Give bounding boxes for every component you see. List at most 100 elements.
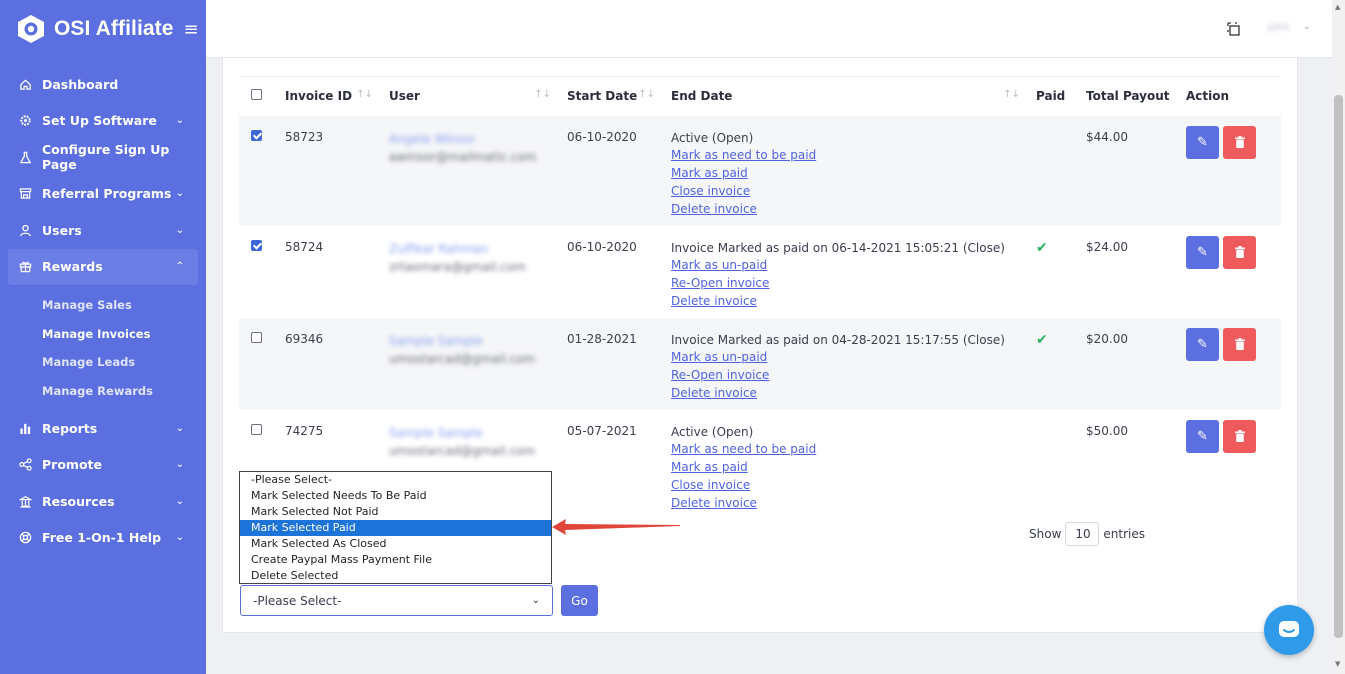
delete-invoice-link[interactable]: Delete invoice [671, 201, 1036, 219]
row-checkbox[interactable] [251, 331, 262, 343]
edit-button[interactable]: ✎ [1186, 235, 1219, 269]
sort-icon[interactable]: ↑↓ [356, 89, 373, 100]
brand[interactable]: OSI Affiliate ≡ [0, 0, 206, 58]
sidebar-subitem-manage-rewards[interactable]: Manage Rewards [0, 377, 206, 406]
gift-icon [18, 260, 32, 274]
option-mark-as-closed[interactable]: Mark Selected As Closed [240, 536, 551, 552]
go-button[interactable]: Go [561, 585, 598, 616]
close-invoice-link[interactable]: Close invoice [671, 477, 1036, 495]
brand-name: OSI Affiliate [54, 17, 174, 40]
bank-icon [18, 494, 32, 508]
sidebar-subitem-manage-leads[interactable]: Manage Leads [0, 348, 206, 377]
delete-invoice-link[interactable]: Delete invoice [671, 495, 1036, 513]
sidebar-item-free-help[interactable]: Free 1-On-1 Help ⌄ [0, 519, 206, 556]
column-header-end-date[interactable]: End Date ↑↓ [671, 76, 1036, 116]
scrollbar-thumb[interactable] [1334, 95, 1343, 638]
option-delete-selected[interactable]: Delete Selected [240, 568, 551, 584]
gear-icon [18, 114, 32, 128]
option-please-select[interactable]: -Please Select- [240, 472, 551, 488]
mark-as-unpaid-link[interactable]: Mark as un-paid [671, 349, 1036, 367]
user-name[interactable]: Zulfikar Rahman [389, 240, 567, 258]
delete-button[interactable] [1223, 419, 1256, 453]
table-row: 58724 Zulfikar Rahman zrtaomara@gmail.com… [239, 226, 1281, 318]
sidebar-item-set-up-software[interactable]: Set Up Software ⌄ [0, 103, 206, 140]
hamburger-menu-icon[interactable]: ≡ [184, 19, 199, 40]
entries-per-page-input[interactable]: 10 [1065, 522, 1100, 546]
sidebar-item-referral-programs[interactable]: Referral Programs ⌄ [0, 176, 206, 213]
table-row: 58723 Angela Winsor awinsor@mailmatic.com… [239, 115, 1281, 226]
sort-icon[interactable]: ↑↓ [534, 89, 551, 100]
user-menu-name[interactable]: John [1268, 22, 1290, 33]
pencil-icon: ✎ [1197, 244, 1208, 260]
osi-logo-icon [18, 15, 44, 43]
user-name[interactable]: Sample Sample [389, 424, 567, 442]
sidebar-item-dashboard[interactable]: Dashboard [0, 66, 206, 103]
annotation-arrow-icon [552, 519, 680, 535]
column-header-paid[interactable]: Paid [1036, 76, 1086, 116]
row-checkbox[interactable] [251, 239, 262, 251]
sort-icon[interactable]: ↑↓ [1003, 89, 1020, 100]
trash-icon [1234, 338, 1245, 350]
reopen-invoice-link[interactable]: Re-Open invoice [671, 275, 1036, 293]
mark-as-paid-link[interactable]: Mark as paid [671, 459, 1036, 477]
support-icon [18, 531, 32, 545]
user-email: umostarcad@gmail.com [389, 443, 535, 458]
option-mark-needs-to-be-paid[interactable]: Mark Selected Needs To Be Paid [240, 488, 551, 504]
edit-button[interactable]: ✎ [1186, 327, 1219, 361]
option-mark-not-paid[interactable]: Mark Selected Not Paid [240, 504, 551, 520]
mark-need-to-be-paid-link[interactable]: Mark as need to be paid [671, 147, 1036, 165]
page-scrollbar[interactable]: ▲ ▼ [1332, 0, 1345, 674]
sidebar-subitem-manage-sales[interactable]: Manage Sales [0, 291, 206, 320]
option-mark-selected-paid[interactable]: Mark Selected Paid [240, 520, 551, 536]
scroll-down-icon[interactable]: ▼ [1335, 660, 1340, 668]
invoice-status: Active (Open) [671, 130, 754, 145]
edit-button[interactable]: ✎ [1186, 419, 1219, 453]
invoice-status: Invoice Marked as paid on 06-14-2021 15:… [671, 240, 1005, 255]
sidebar-item-rewards[interactable]: Rewards ⌃ [8, 248, 198, 285]
column-header-action: Action [1186, 76, 1281, 116]
user-name[interactable]: Angela Winsor [389, 130, 567, 148]
scroll-up-icon[interactable]: ▲ [1335, 3, 1340, 11]
delete-invoice-link[interactable]: Delete invoice [671, 293, 1036, 311]
share-icon [18, 458, 32, 472]
sidebar-item-configure-sign-up-page[interactable]: Configure Sign Up Page [0, 139, 206, 176]
sidebar-item-resources[interactable]: Resources ⌄ [0, 483, 206, 520]
delete-invoice-link[interactable]: Delete invoice [671, 385, 1036, 403]
start-date: 01-28-2021 [567, 331, 637, 346]
delete-button[interactable] [1223, 235, 1256, 269]
fullscreen-icon[interactable] [1226, 21, 1242, 37]
chevron-down-icon[interactable]: ⌄ [1303, 22, 1311, 32]
option-create-paypal-mass-payment[interactable]: Create Paypal Mass Payment File [240, 552, 551, 568]
mark-as-unpaid-link[interactable]: Mark as un-paid [671, 257, 1036, 275]
mark-as-paid-link[interactable]: Mark as paid [671, 165, 1036, 183]
column-header-total-payout[interactable]: Total Payout [1086, 76, 1186, 116]
pencil-icon: ✎ [1197, 336, 1208, 352]
sidebar-item-users[interactable]: Users ⌄ [0, 212, 206, 249]
select-all-checkbox[interactable] [251, 89, 262, 101]
pencil-icon: ✎ [1197, 428, 1208, 444]
column-header-start-date[interactable]: Start Date ↑↓ [567, 76, 671, 116]
sort-icon[interactable]: ↑↓ [638, 89, 655, 100]
entries-length-control: Show 10 entries [1029, 522, 1145, 546]
delete-button[interactable] [1223, 327, 1256, 361]
column-header-user[interactable]: User ↑↓ [389, 76, 567, 116]
sidebar-subitem-manage-invoices[interactable]: Manage Invoices [0, 320, 206, 349]
close-invoice-link[interactable]: Close invoice [671, 183, 1036, 201]
user-name[interactable]: Sample Sample [389, 332, 567, 350]
row-checkbox[interactable] [251, 423, 262, 435]
reopen-invoice-link[interactable]: Re-Open invoice [671, 367, 1036, 385]
edit-button[interactable]: ✎ [1186, 125, 1219, 159]
total-payout: $50.00 [1086, 423, 1128, 438]
chat-widget-button[interactable] [1264, 605, 1314, 655]
trash-icon [1234, 246, 1245, 258]
row-checkbox[interactable] [251, 129, 262, 141]
sidebar-item-promote[interactable]: Promote ⌄ [0, 446, 206, 483]
user-email: zrtaomara@gmail.com [389, 259, 526, 274]
sidebar-item-reports[interactable]: Reports ⌄ [0, 410, 206, 447]
mark-need-to-be-paid-link[interactable]: Mark as need to be paid [671, 441, 1036, 459]
delete-button[interactable] [1223, 125, 1256, 159]
chevron-down-icon: ⌄ [175, 459, 184, 470]
bulk-action-select[interactable]: -Please Select- ⌄ [240, 585, 553, 616]
column-header-invoice-id[interactable]: Invoice ID ↑↓ [285, 76, 389, 116]
chevron-down-icon: ⌄ [175, 224, 184, 236]
